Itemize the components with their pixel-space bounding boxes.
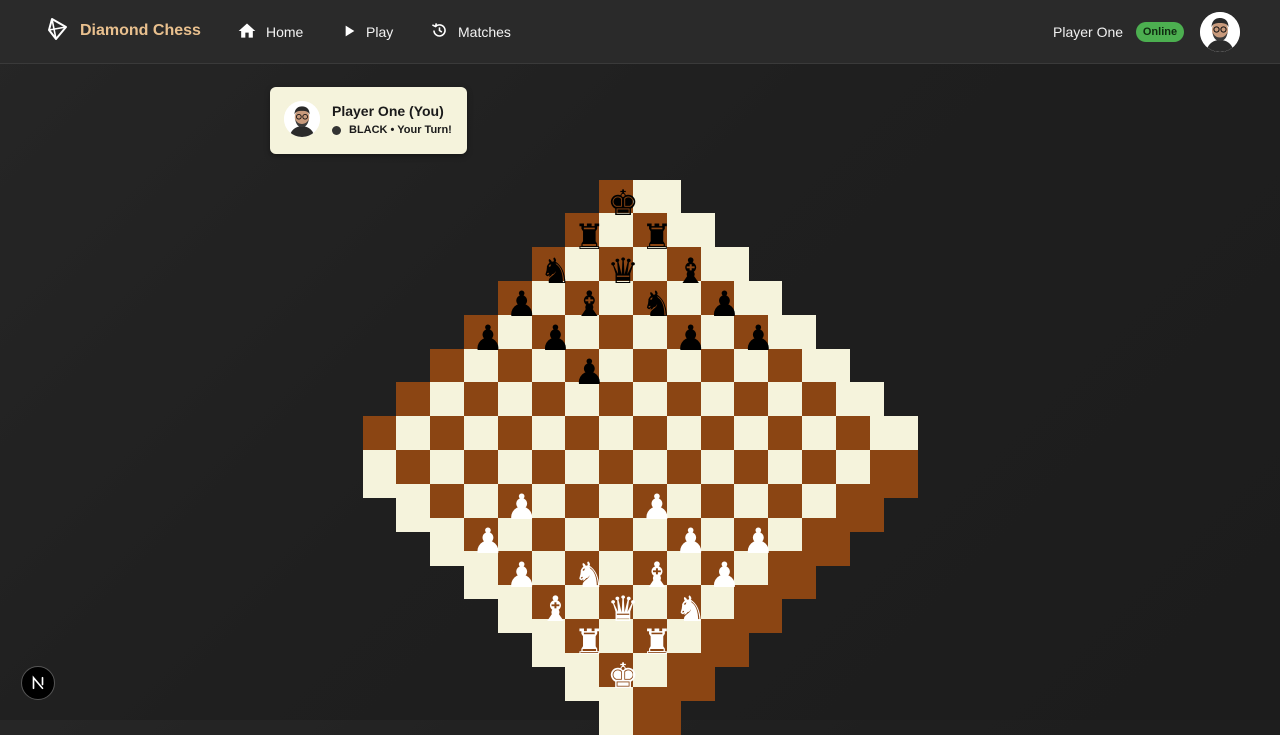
turn-indicator-dot-icon xyxy=(332,125,341,135)
black-pawn-piece-icon[interactable]: ♟ xyxy=(667,315,715,363)
black-pawn-piece-icon[interactable]: ♟ xyxy=(565,349,613,397)
nav-home-label: Home xyxy=(266,24,304,40)
nav-play[interactable]: Play xyxy=(341,18,393,46)
diamond-chess-board: ♚ ♜ ♜ ♞ ♛ ♝ ♟ ♝ ♞ ♟ ♟ ♟ ♟ ♟ ♟ ♟ ♟ ♟ ♟ ♟ ♟ ♞ ♝ ♟ ♝ ♛ ♞ ♜ ♜ ♚ xyxy=(0,0,1280,735)
black-pawn-piece-icon[interactable]: ♟ xyxy=(464,315,512,363)
top-navbar: Diamond Chess Home Play Matches Player O… xyxy=(0,0,1280,64)
play-icon xyxy=(341,23,357,42)
nav-matches-label: Matches xyxy=(458,24,511,40)
nextjs-logo-icon xyxy=(32,675,44,690)
brand-name: Diamond Chess xyxy=(80,22,201,39)
player-card: Player One (You) BLACK • Your Turn! xyxy=(270,87,467,154)
diamond-logo-icon xyxy=(46,17,70,46)
history-icon xyxy=(430,21,449,43)
brand[interactable]: Diamond Chess xyxy=(46,16,201,46)
home-icon xyxy=(237,21,257,44)
user-avatar[interactable] xyxy=(1200,12,1240,52)
avatar-portrait-icon xyxy=(1200,12,1240,52)
nextjs-dev-badge[interactable] xyxy=(21,666,55,700)
white-king-piece-icon[interactable]: ♚ xyxy=(599,653,647,701)
avatar-portrait-icon xyxy=(284,101,320,137)
nav-play-label: Play xyxy=(366,24,394,40)
player-card-name: Player One (You) xyxy=(332,103,444,119)
header-user-name: Player One xyxy=(1053,24,1124,40)
nav-matches[interactable]: Matches xyxy=(430,18,511,46)
online-status-badge: Online xyxy=(1136,22,1184,42)
black-pawn-piece-icon[interactable]: ♟ xyxy=(734,315,782,363)
player-card-status: BLACK • Your Turn! xyxy=(332,124,452,136)
player-card-status-text: BLACK • Your Turn! xyxy=(349,124,452,136)
nav-home[interactable]: Home xyxy=(237,18,303,46)
player-card-avatar xyxy=(284,101,320,137)
